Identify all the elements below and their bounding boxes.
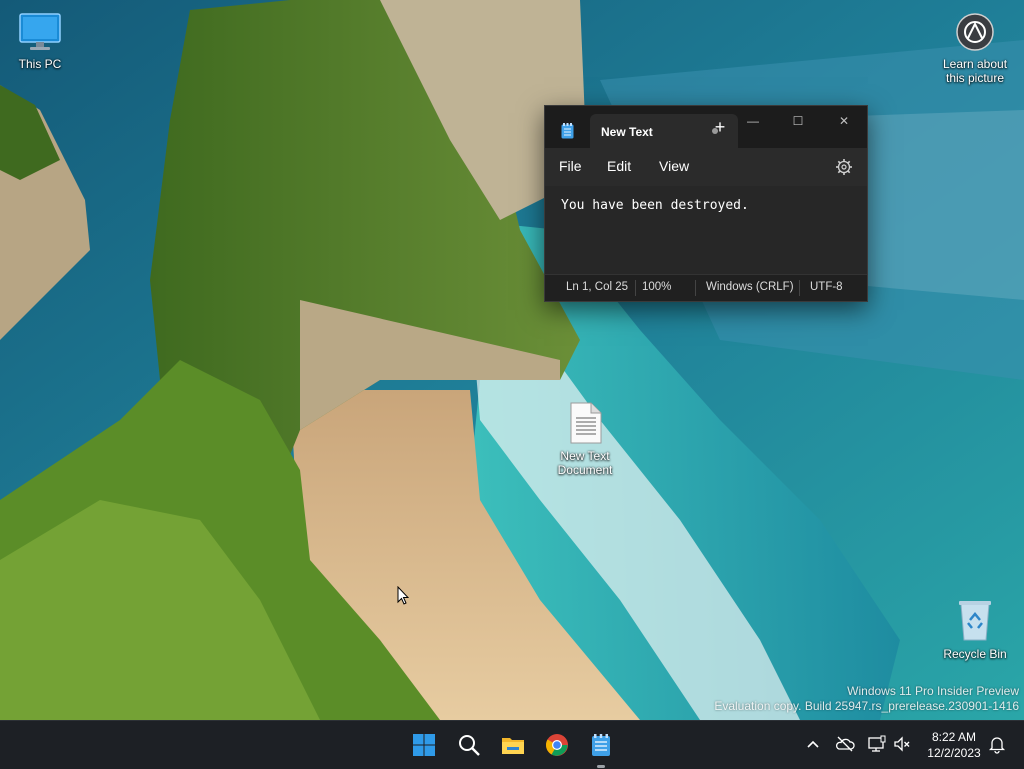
search-icon xyxy=(459,735,480,756)
status-divider xyxy=(635,280,636,296)
notepad-menubar: File Edit View xyxy=(545,148,867,186)
monitor-icon xyxy=(0,12,80,55)
desktop-wallpaper xyxy=(0,0,1024,720)
recycle-bin-icon xyxy=(935,598,1015,645)
desktop-icon-learn-about-picture[interactable]: Learn about this picture xyxy=(935,12,1015,85)
line-ending[interactable]: Windows (CRLF) xyxy=(706,281,794,293)
notepad-window: New Text + — ☐ ✕ File Edit View You have… xyxy=(544,105,868,302)
maximize-button[interactable]: ☐ xyxy=(783,110,813,132)
status-divider xyxy=(695,280,696,296)
start-button[interactable] xyxy=(406,727,442,763)
cursor-position: Ln 1, Col 25 xyxy=(566,281,629,293)
encoding[interactable]: UTF-8 xyxy=(810,281,843,293)
zoom-level[interactable]: 100% xyxy=(642,281,671,293)
windows-logo-icon xyxy=(413,734,435,756)
network-icon[interactable] xyxy=(867,734,887,754)
watermark-line-2: Evaluation copy. Build 25947.rs_prerelea… xyxy=(714,699,1019,713)
show-hidden-icons-chevron-up-icon[interactable] xyxy=(803,734,823,754)
close-button[interactable]: ✕ xyxy=(829,110,859,132)
desktop-icon-label: Learn about this picture xyxy=(942,57,1008,85)
notepad-app-icon xyxy=(561,123,574,139)
notepad-titlebar[interactable]: New Text + — ☐ ✕ xyxy=(545,106,867,148)
notepad-statusbar: Ln 1, Col 25 100% Windows (CRLF) UTF-8 xyxy=(545,275,867,301)
minimize-button[interactable]: — xyxy=(738,110,768,132)
clock-time: 8:22 AM xyxy=(931,730,977,744)
menu-edit[interactable]: Edit xyxy=(607,158,631,174)
editor-text: You have been destroyed. xyxy=(561,198,749,213)
onedrive-offline-icon[interactable] xyxy=(835,734,855,754)
notepad-taskbar-button[interactable] xyxy=(583,727,619,768)
taskbar: 8:22 AM 12/2/2023 xyxy=(0,720,1024,769)
camera-spotlight-icon xyxy=(935,12,1015,55)
desktop-icon-new-text-document[interactable]: New Text Document xyxy=(545,402,625,477)
chrome-icon xyxy=(546,734,568,756)
volume-muted-icon[interactable] xyxy=(892,734,912,754)
tab-title: New Text xyxy=(601,125,653,139)
new-tab-button[interactable]: + xyxy=(708,115,732,139)
menu-file[interactable]: File xyxy=(559,158,582,174)
text-file-icon xyxy=(545,402,625,447)
search-button[interactable] xyxy=(451,727,487,763)
notepad-editor[interactable]: You have been destroyed. xyxy=(545,186,867,275)
desktop-icon-this-pc[interactable]: This PC xyxy=(0,12,80,71)
notification-bell-icon[interactable] xyxy=(987,734,1007,754)
menu-view[interactable]: View xyxy=(659,158,689,174)
desktop-icon-label: This PC xyxy=(18,57,62,71)
watermark-line-1: Windows 11 Pro Insider Preview xyxy=(847,684,1019,698)
desktop-icon-label: New Text Document xyxy=(557,449,613,477)
settings-gear-icon[interactable] xyxy=(835,158,853,176)
clock-date: 12/2/2023 xyxy=(927,746,981,760)
taskbar-clock[interactable]: 8:22 AM 12/2/2023 xyxy=(918,729,990,761)
windows-watermark: Windows 11 Pro Insider Preview Evaluatio… xyxy=(714,684,1019,714)
desktop-icon-recycle-bin[interactable]: Recycle Bin xyxy=(935,598,1015,661)
status-divider xyxy=(799,280,800,296)
notepad-icon xyxy=(592,734,610,756)
folder-icon xyxy=(502,738,524,754)
file-explorer-button[interactable] xyxy=(495,727,531,763)
chrome-button[interactable] xyxy=(539,727,575,763)
desktop-icon-label: Recycle Bin xyxy=(943,647,1007,661)
mouse-cursor-icon xyxy=(397,585,410,610)
